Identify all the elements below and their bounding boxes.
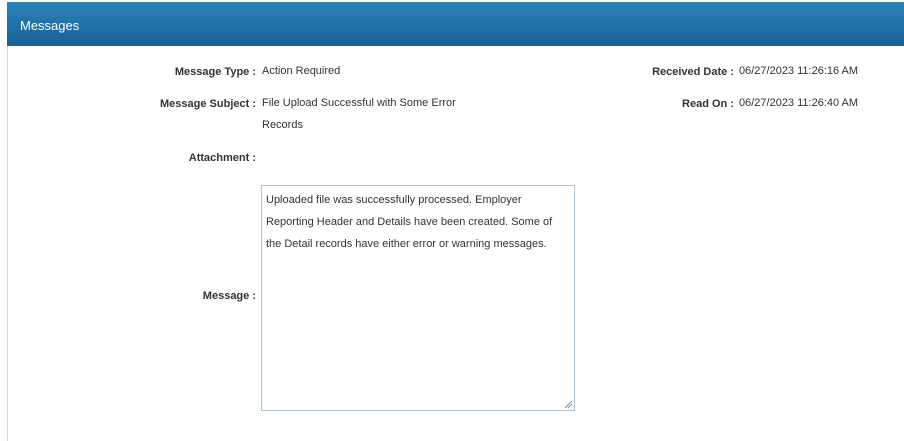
message-type-label: Message Type : — [174, 66, 256, 78]
received-date-label: Received Date : — [652, 66, 734, 78]
message-subject-value-line2: Records — [262, 119, 303, 131]
panel-header: Messages — [7, 2, 904, 46]
panel-title: Messages — [20, 18, 80, 33]
message-subject-label: Message Subject : — [160, 98, 256, 110]
message-line-2: Reporting Header and Details have been c… — [266, 216, 553, 228]
message-line-3: the Detail records have either error or … — [266, 238, 547, 250]
attachment-label: Attachment : — [188, 152, 256, 164]
resize-grip-icon[interactable] — [563, 399, 573, 409]
message-line-1: Uploaded file was successfully processed… — [266, 194, 522, 206]
message-type-value: Action Required — [262, 65, 341, 77]
message-textarea[interactable]: Uploaded file was successfully processed… — [261, 185, 575, 411]
read-on-label: Read On : — [682, 98, 734, 110]
read-on-value: 06/27/2023 11:26:40 AM — [739, 97, 859, 109]
received-date-value: 06/27/2023 11:26:16 AM — [739, 65, 859, 77]
message-subject-value-line1: File Upload Successful with Some Error — [262, 97, 456, 109]
message-label: Message : — [202, 290, 256, 302]
